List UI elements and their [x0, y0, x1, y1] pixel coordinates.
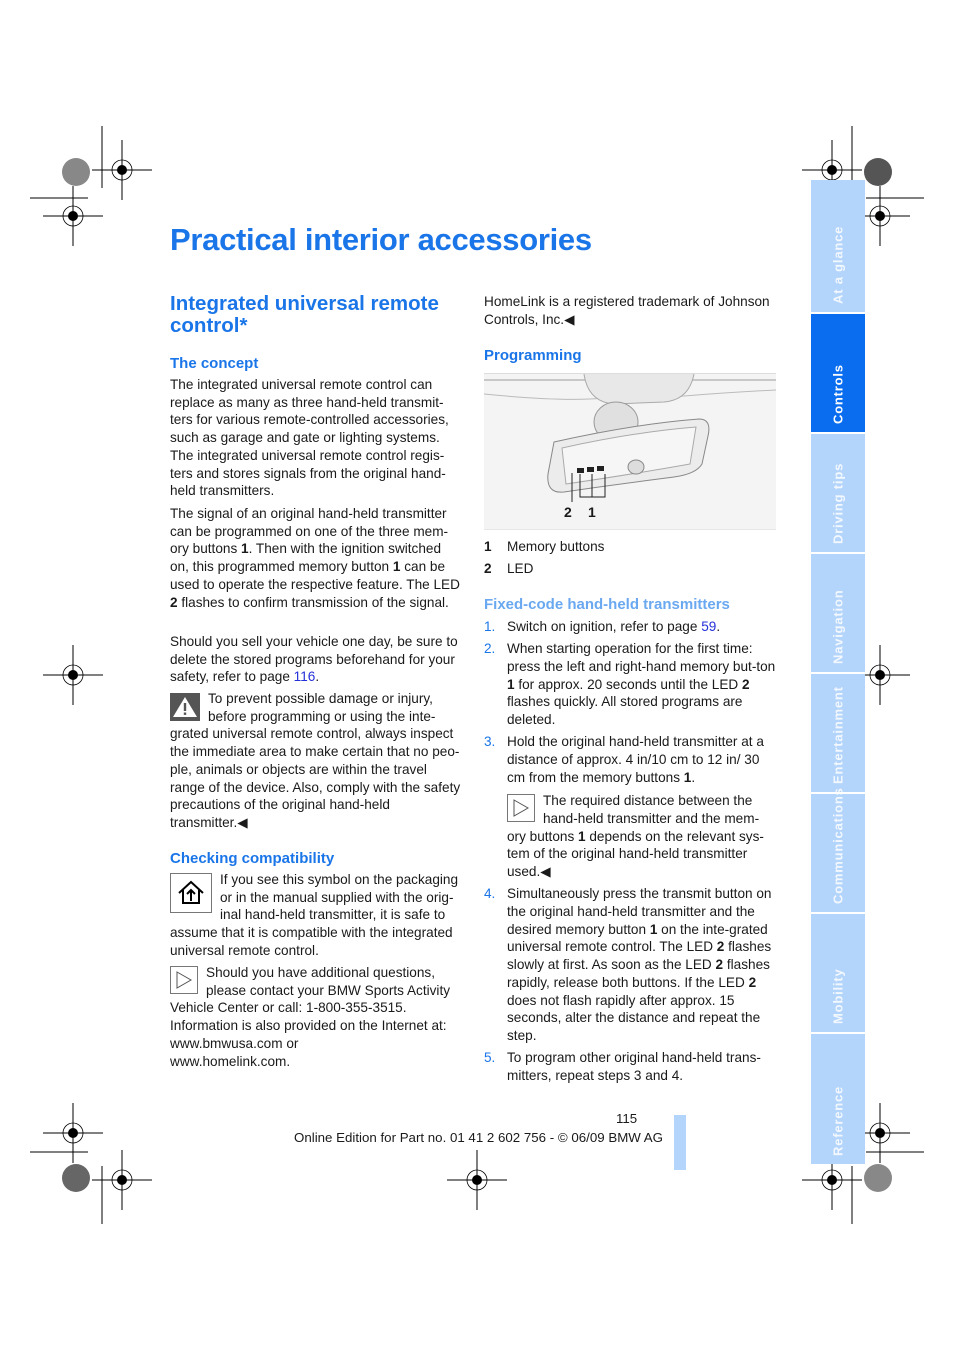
homelink-url: www.homelink.com.	[170, 1053, 291, 1069]
page-116-link[interactable]: 116	[294, 669, 316, 684]
tab-navigation[interactable]: Navigation	[811, 554, 865, 672]
tab-driving-tips[interactable]: Driving tips	[811, 434, 865, 552]
figure-legend: 1 Memory buttons 2 LED	[484, 538, 776, 577]
step-item: 4. Simultaneously press the transmit butt…	[484, 886, 772, 1043]
distance-note: The required distance between the hand-h…	[507, 793, 764, 880]
step-item: 2. When starting operation for the first …	[484, 641, 776, 728]
warning-block: To prevent possible damage or injury, be…	[170, 691, 461, 830]
chapter-sidebar: At a glance Controls Driving tips Naviga…	[811, 180, 865, 1166]
tab-at-a-glance[interactable]: At a glance	[811, 180, 865, 312]
callout-2: 2	[564, 504, 572, 520]
programming-heading: Programming	[484, 347, 582, 364]
page-title: Practical interior accessories	[170, 222, 592, 257]
concept-paragraph-1: The integrated universal remote control …	[170, 377, 449, 499]
end-mark: ◀	[237, 814, 248, 830]
warning-triangle-icon	[170, 693, 200, 721]
compat-block: If you see this symbol on the packaging …	[170, 872, 459, 958]
page-number: 115	[616, 1111, 638, 1126]
tab-communications[interactable]: Communications	[811, 787, 865, 912]
tab-mobility[interactable]: Mobility	[811, 914, 865, 1032]
mirror-illustration: 2 1	[483, 373, 777, 530]
footer-edition: Online Edition for Part no. 01 41 2 602 …	[294, 1130, 664, 1145]
legend-item: 1 Memory buttons	[484, 539, 605, 554]
note-arrow-icon	[507, 794, 535, 823]
step-item: 5. To program other original hand-held tr…	[484, 1050, 761, 1083]
section-title: Integrated universal remote control*	[170, 292, 439, 337]
concept-heading: The concept	[170, 355, 259, 372]
color-target-icon	[62, 158, 90, 186]
trademark-note: HomeLink is a registered trademark of Jo…	[484, 294, 770, 327]
step-item: 3. Hold the original hand-held transmitte…	[484, 733, 776, 881]
tab-reference[interactable]: Reference	[811, 1034, 865, 1164]
concept-paragraph-2: The signal of an original hand-held tran…	[170, 506, 460, 610]
homelink-house-icon	[170, 873, 212, 913]
programming-steps: 1. Switch on ignition, refer to page 59. …	[484, 618, 776, 1089]
tab-controls[interactable]: Controls	[811, 314, 865, 432]
color-target-icon	[864, 1164, 892, 1192]
step-item: 1. Switch on ignition, refer to page 59.	[484, 619, 721, 634]
page-tab-marker	[674, 1115, 686, 1170]
color-target-icon	[62, 1164, 90, 1192]
legend-item: 2 LED	[484, 560, 534, 576]
concept-paragraph-3: Should you sell your vehicle one day, be…	[170, 634, 458, 685]
color-target-icon	[864, 158, 892, 186]
bmwusa-url: www.bmwusa.com or	[170, 1035, 299, 1051]
callout-1: 1	[588, 504, 596, 520]
contact-note: Should you have additional questions, pl…	[170, 965, 451, 1069]
compat-heading: Checking compatibility	[170, 850, 335, 867]
note-arrow-icon	[170, 966, 198, 994]
page-59-link[interactable]: 59	[701, 619, 716, 634]
fixed-code-heading: Fixed-code hand-held transmitters	[484, 596, 730, 613]
tab-entertainment[interactable]: Entertainment	[811, 674, 865, 792]
